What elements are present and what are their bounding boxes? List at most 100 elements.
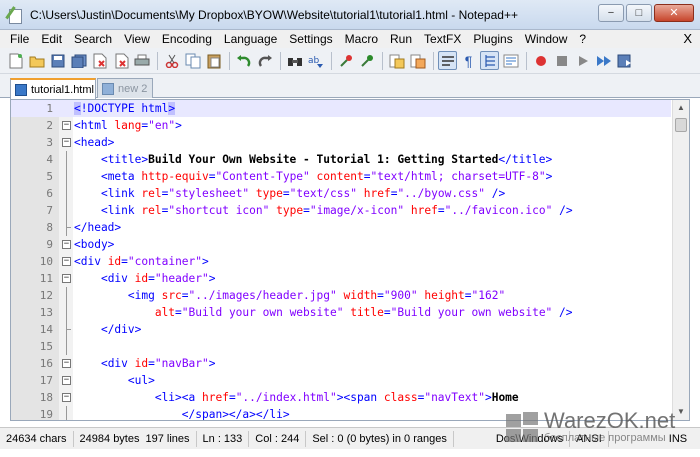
user-lang-icon[interactable]	[501, 51, 520, 70]
code-line[interactable]: 17− <ul>	[11, 372, 671, 389]
zoom-in-icon[interactable]	[336, 51, 355, 70]
status-line-number: Ln : 133	[197, 430, 250, 447]
scroll-up-arrow-icon[interactable]: ▲	[673, 100, 689, 116]
vertical-scrollbar[interactable]: ▲ ▼	[672, 100, 689, 420]
cut-icon[interactable]	[162, 51, 181, 70]
code-line[interactable]: 10− <div id="container">	[11, 253, 671, 270]
menu-search[interactable]: Search	[68, 32, 118, 46]
toolbar-separator	[229, 51, 230, 70]
tab-new-2[interactable]: new 2	[97, 78, 153, 98]
minimize-button[interactable]: −	[598, 4, 624, 22]
code-line[interactable]: 13 alt="Build your own website" title="B…	[11, 304, 671, 321]
play-multiple-icon[interactable]	[594, 51, 613, 70]
new-file-icon[interactable]	[6, 51, 25, 70]
save-macro-icon[interactable]	[615, 51, 634, 70]
menu-macro[interactable]: Macro	[339, 32, 384, 46]
code-line[interactable]: 9− <body>	[11, 236, 671, 253]
close-all-icon[interactable]	[111, 51, 130, 70]
stop-record-icon[interactable]	[552, 51, 571, 70]
line-number: 8	[46, 221, 53, 234]
saved-file-icon	[15, 83, 27, 96]
menu-encoding[interactable]: Encoding	[156, 32, 218, 46]
line-number: 14	[39, 323, 53, 336]
menu-view[interactable]: View	[118, 32, 156, 46]
watermark: WarezOK.net бесплатные программы	[504, 408, 700, 452]
scrollbar-thumb[interactable]	[675, 118, 687, 132]
code-line[interactable]: 1 <!DOCTYPE html>	[11, 100, 671, 117]
redo-icon[interactable]	[255, 51, 274, 70]
code-line[interactable]: 6 <link rel="stylesheet" type="text/css"…	[11, 185, 671, 202]
zoom-out-icon[interactable]	[357, 51, 376, 70]
menu-plugins[interactable]: Plugins	[467, 32, 518, 46]
menu-file[interactable]: File	[4, 32, 35, 46]
fold-toggle-icon[interactable]: −	[62, 121, 71, 130]
copy-icon[interactable]	[183, 51, 202, 70]
menu-run[interactable]: Run	[384, 32, 418, 46]
close-document-button[interactable]: X	[683, 30, 692, 48]
menu-help[interactable]: ?	[573, 32, 592, 46]
code-text: <img src="../images/header.jpg" width="9…	[127, 289, 506, 302]
open-file-icon[interactable]	[27, 51, 46, 70]
menu-language[interactable]: Language	[218, 32, 283, 46]
line-number: 7	[46, 204, 53, 217]
code-line[interactable]: 3− <head>	[11, 134, 671, 151]
line-number: 6	[46, 187, 53, 200]
code-line[interactable]: 8 </head>	[11, 219, 671, 236]
code-line[interactable]: 2− <html lang="en">	[11, 117, 671, 134]
word-wrap-icon[interactable]	[438, 51, 457, 70]
tab-tutorial1[interactable]: tutorial1.html	[10, 78, 96, 99]
code-line[interactable]: 18− <li><a href="../index.html"><span cl…	[11, 389, 671, 406]
line-number: 19	[39, 408, 53, 421]
close-window-button[interactable]: ✕	[654, 4, 694, 22]
close-icon[interactable]	[90, 51, 109, 70]
sync-v-icon[interactable]	[387, 51, 406, 70]
menu-textfx[interactable]: TextFX	[418, 32, 467, 46]
fold-toggle-icon[interactable]: −	[62, 257, 71, 266]
save-all-icon[interactable]	[69, 51, 88, 70]
status-column: Col : 244	[249, 430, 307, 447]
maximize-button[interactable]: □	[626, 4, 652, 22]
tab-label: new 2	[118, 82, 148, 95]
fold-toggle-icon[interactable]: −	[62, 393, 71, 402]
fold-line	[66, 168, 67, 185]
code-line[interactable]: 11− <div id="header">	[11, 270, 671, 287]
code-editor[interactable]: 1 <!DOCTYPE html> 2− <html lang="en"> 3− <hea…	[10, 99, 690, 421]
code-text: <html lang="en">	[74, 119, 182, 132]
play-macro-icon[interactable]	[573, 51, 592, 70]
code-line[interactable]: 5 <meta http-equiv="Content-Type" conten…	[11, 168, 671, 185]
code-line[interactable]: 14 </div>	[11, 321, 671, 338]
code-line[interactable]: 15	[11, 338, 671, 355]
code-text: <div id="navBar">	[100, 357, 216, 370]
replace-icon[interactable]: ab	[306, 51, 325, 70]
indent-guide-icon[interactable]	[480, 51, 499, 70]
title-bar: C:\Users\Justin\Documents\My Dropbox\BYO…	[0, 0, 700, 30]
fold-toggle-icon[interactable]: −	[62, 376, 71, 385]
menu-edit[interactable]: Edit	[35, 32, 68, 46]
fold-toggle-icon[interactable]: −	[62, 274, 71, 283]
line-number: 16	[39, 357, 53, 370]
code-line[interactable]: 16− <div id="navBar">	[11, 355, 671, 372]
fold-line	[66, 321, 71, 338]
save-icon[interactable]	[48, 51, 67, 70]
show-all-chars-icon[interactable]: ¶	[459, 51, 478, 70]
code-line[interactable]: 4 <title>Build Your Own Website - Tutori…	[11, 151, 671, 168]
window-controls: − □ ✕	[598, 4, 694, 22]
undo-icon[interactable]	[234, 51, 253, 70]
record-macro-icon[interactable]	[531, 51, 550, 70]
menu-settings[interactable]: Settings	[283, 32, 338, 46]
fold-toggle-icon[interactable]: −	[62, 138, 71, 147]
find-icon[interactable]	[285, 51, 304, 70]
code-line[interactable]: 7 <link rel="shortcut icon" type="image/…	[11, 202, 671, 219]
code-text: <meta http-equiv="Content-Type" content=…	[100, 170, 553, 183]
sync-h-icon[interactable]	[408, 51, 427, 70]
fold-toggle-icon[interactable]: −	[62, 240, 71, 249]
code-line[interactable]: 12 <img src="../images/header.jpg" width…	[11, 287, 671, 304]
fold-toggle-icon[interactable]: −	[62, 359, 71, 368]
tab-label: tutorial1.html	[31, 83, 94, 96]
fold-line	[66, 219, 71, 236]
menu-window[interactable]: Window	[519, 32, 574, 46]
paste-icon[interactable]	[204, 51, 223, 70]
print-icon[interactable]	[132, 51, 151, 70]
code-text: </head>	[74, 221, 122, 234]
fold-line	[66, 338, 67, 355]
